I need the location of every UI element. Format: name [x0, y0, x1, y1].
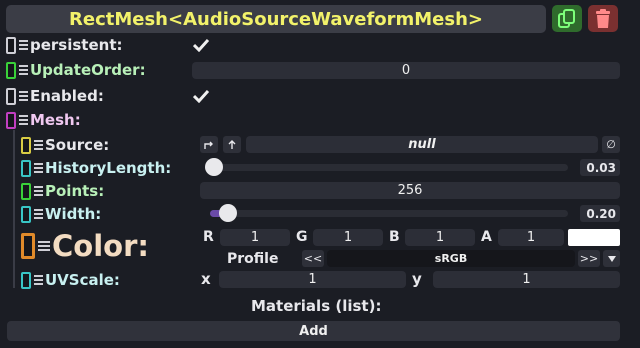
dropdown-arrow-icon: [607, 255, 616, 262]
uvscale-row: UVScale:: [21, 270, 120, 290]
color-r-field[interactable]: 1: [220, 229, 290, 246]
drag-handle-icon[interactable]: [34, 207, 43, 221]
drag-handle-icon[interactable]: [34, 161, 43, 175]
drag-handle-icon[interactable]: [19, 89, 28, 103]
color-r-label: R: [203, 229, 214, 245]
history-length-label: HistoryLength:: [45, 159, 172, 177]
link-icon[interactable]: [21, 159, 31, 177]
drag-handle-icon[interactable]: [34, 273, 43, 287]
link-icon[interactable]: [6, 61, 16, 79]
uvscale-y-field[interactable]: 1: [433, 271, 620, 288]
history-length-knob[interactable]: [205, 158, 223, 176]
points-label: Points:: [45, 182, 105, 200]
source-label: Source:: [45, 136, 110, 154]
duplicate-button[interactable]: [552, 5, 582, 32]
color-b-label: B: [389, 229, 400, 245]
profile-value[interactable]: sRGB: [327, 250, 575, 267]
link-icon[interactable]: [21, 233, 35, 259]
uvscale-x-label: x: [201, 270, 211, 288]
width-knob[interactable]: [219, 204, 237, 222]
points-field[interactable]: 256: [200, 182, 620, 199]
source-row: Source:: [21, 135, 109, 155]
source-clear-button[interactable]: ∅: [602, 136, 620, 153]
color-a-label: A: [481, 229, 492, 245]
uvscale-label: UVScale:: [45, 271, 120, 289]
source-open-button[interactable]: [223, 136, 241, 153]
color-row: Color:: [21, 229, 149, 263]
history-length-slider[interactable]: [206, 164, 568, 171]
color-g-label: G: [296, 229, 308, 245]
history-length-value[interactable]: 0.03: [580, 159, 620, 176]
duplicate-icon: [558, 8, 575, 28]
persistent-label: persistent:: [30, 36, 123, 54]
add-material-button[interactable]: Add: [7, 321, 620, 341]
link-icon[interactable]: [21, 271, 31, 289]
points-row: Points:: [21, 181, 104, 201]
link-icon[interactable]: [21, 136, 31, 154]
history-length-row: HistoryLength:: [21, 158, 171, 178]
link-icon[interactable]: [21, 182, 31, 200]
trash-icon: [596, 8, 610, 28]
jump-icon: [204, 141, 213, 149]
tree-guide: [13, 130, 15, 288]
link-icon[interactable]: [21, 205, 31, 223]
color-b-field[interactable]: 1: [405, 229, 475, 246]
link-icon[interactable]: [6, 36, 16, 54]
link-icon[interactable]: [6, 111, 16, 129]
color-a-field[interactable]: 1: [498, 229, 564, 246]
drag-handle-icon[interactable]: [19, 38, 28, 52]
color-label: Color:: [52, 229, 149, 263]
profile-label: Profile: [227, 251, 279, 267]
link-icon[interactable]: [6, 87, 16, 105]
source-field[interactable]: null: [246, 136, 598, 153]
drag-handle-icon[interactable]: [19, 63, 28, 77]
uvscale-x-field[interactable]: 1: [219, 271, 406, 288]
profile-prev-button[interactable]: <<: [302, 250, 324, 267]
materials-list-label: Materials (list):: [251, 297, 382, 315]
mesh-label: Mesh:: [30, 111, 81, 129]
persistent-row: persistent:: [6, 35, 123, 55]
persistent-checkbox[interactable]: [192, 36, 210, 54]
delete-button[interactable]: [588, 5, 618, 32]
enabled-label: Enabled:: [30, 87, 104, 105]
width-value[interactable]: 0.20: [580, 205, 620, 222]
update-order-row: UpdateOrder:: [6, 60, 146, 80]
color-swatch[interactable]: [568, 229, 620, 246]
uvscale-y-label: y: [412, 270, 422, 288]
drag-handle-icon[interactable]: [19, 113, 28, 127]
source-jump-button[interactable]: [200, 136, 218, 153]
update-order-label: UpdateOrder:: [30, 61, 146, 79]
profile-dropdown-button[interactable]: [603, 250, 620, 267]
drag-handle-icon[interactable]: [34, 184, 43, 198]
profile-next-button[interactable]: >>: [578, 250, 600, 267]
jump-up-icon: [228, 139, 236, 149]
color-g-field[interactable]: 1: [313, 229, 383, 246]
drag-handle-icon[interactable]: [38, 239, 50, 253]
drag-handle-icon[interactable]: [34, 138, 43, 152]
checkmark-icon: [193, 38, 209, 52]
enabled-row: Enabled:: [6, 86, 104, 106]
component-title: RectMesh<AudioSourceWaveformMesh>: [6, 5, 546, 33]
width-slider[interactable]: [210, 210, 568, 217]
update-order-field[interactable]: 0: [192, 62, 620, 79]
mesh-row: Mesh:: [6, 110, 81, 130]
width-row: Width:: [21, 204, 101, 224]
width-label: Width:: [45, 205, 102, 223]
checkmark-icon: [193, 89, 209, 103]
enabled-checkbox[interactable]: [192, 87, 210, 105]
